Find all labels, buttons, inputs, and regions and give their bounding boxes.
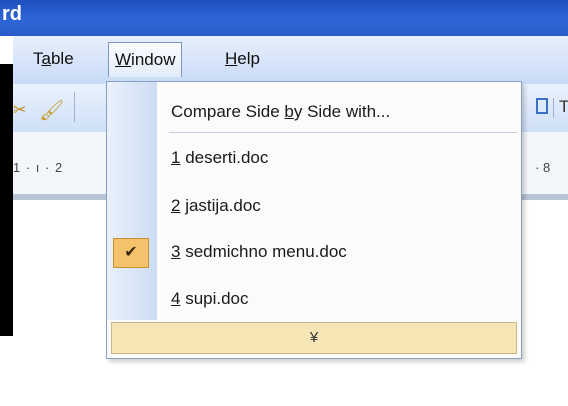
format-painter-icon[interactable]: 🖌 xyxy=(39,98,64,123)
ruler-right-marks: · 8 xyxy=(535,160,551,175)
document-4-name: supi.doc xyxy=(180,289,249,308)
compare-label-pre: Compare Side xyxy=(171,102,285,121)
double-chevron-down-icon: ¥ xyxy=(309,329,319,346)
text-icon[interactable]: T xyxy=(559,97,568,117)
menu-help[interactable]: Help xyxy=(219,42,266,76)
menu-item-compare-side-by-side[interactable]: Compare Side by Side with... xyxy=(157,92,521,132)
menu-window-accelerator: W xyxy=(115,50,132,69)
window-menu-dropdown: Compare Side by Side with... 1 deserti.d… xyxy=(106,81,522,359)
menu-table[interactable]: Table xyxy=(27,42,80,76)
toolbar-separator xyxy=(74,92,75,122)
menu-window[interactable]: Window xyxy=(108,42,183,77)
menu-table-label-post: ble xyxy=(50,49,74,68)
expand-menu-button[interactable]: ¥ xyxy=(111,322,517,354)
document-icon[interactable] xyxy=(536,98,548,114)
menu-table-label-pre: T xyxy=(33,49,42,68)
menu-table-accelerator: a xyxy=(41,49,51,68)
document-3-name: sedmichno menu.doc xyxy=(180,242,347,261)
title-bar: rd xyxy=(0,0,568,36)
document-1-name: deserti.doc xyxy=(180,148,269,167)
menu-bar: Table Window Help xyxy=(13,36,568,84)
menu-item-document-2[interactable]: 2 jastija.doc xyxy=(157,186,521,226)
left-edge-bar xyxy=(0,64,13,336)
menu-item-document-1[interactable]: 1 deserti.doc xyxy=(157,138,521,178)
compare-accelerator: b xyxy=(284,102,294,121)
menu-item-document-3[interactable]: 3 sedmichno menu.doc xyxy=(157,232,521,272)
window-title: rd xyxy=(2,3,22,25)
toolbar-separator xyxy=(553,98,554,118)
cut-icon[interactable]: ✂ xyxy=(13,100,26,120)
menu-help-accelerator: H xyxy=(225,49,238,68)
document-2-name: jastija.doc xyxy=(180,196,261,215)
menu-divider xyxy=(169,132,517,133)
menu-window-label-post: indow xyxy=(131,50,176,69)
menu-help-label-post: elp xyxy=(237,49,260,68)
menu-item-document-4[interactable]: 4 supi.doc xyxy=(157,279,521,319)
ruler-left-marks: 1 · ı · 2 xyxy=(13,160,64,175)
checkmark-icon: ✔ xyxy=(113,238,149,268)
menu-icon-gutter xyxy=(107,82,157,320)
compare-label-post: y Side with... xyxy=(293,102,391,121)
